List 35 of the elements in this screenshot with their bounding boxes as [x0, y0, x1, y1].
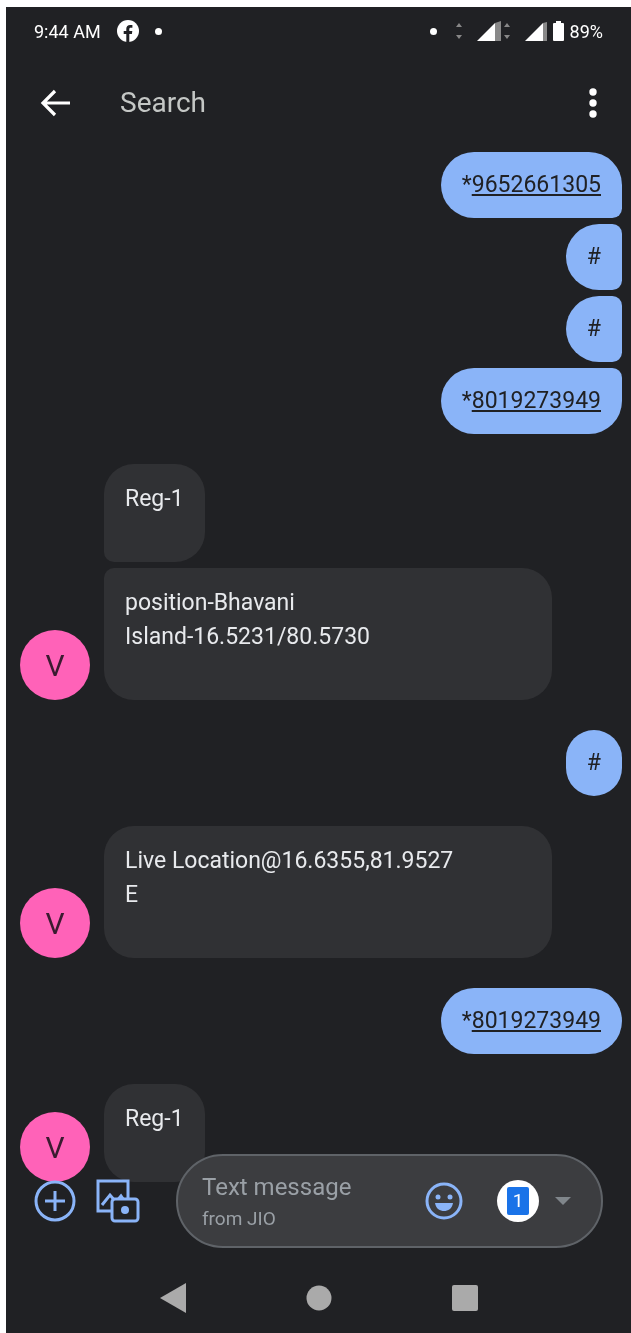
message-text: # — [586, 241, 601, 272]
contact-avatar[interactable]: V — [20, 1112, 90, 1182]
message-text: * — [461, 169, 472, 200]
more-options-icon[interactable] — [589, 88, 597, 118]
signal-icon — [502, 21, 549, 41]
sim-label: from JIO — [202, 1205, 277, 1232]
nav-back-icon[interactable] — [159, 1283, 186, 1313]
emoji-icon[interactable] — [425, 1182, 463, 1220]
phone-link[interactable]: 9652661305 — [471, 167, 601, 203]
nav-recents-icon[interactable] — [451, 1285, 478, 1311]
nav-home-icon[interactable] — [305, 1285, 332, 1311]
message-text: # — [586, 313, 601, 344]
contact-avatar[interactable]: V — [20, 630, 90, 700]
message-text: position-Bhavani Island-16.5231/80.5730 — [125, 589, 370, 650]
message-text: Reg-1 — [125, 485, 184, 512]
dropdown-caret-icon[interactable] — [555, 1197, 571, 1205]
message-input-field[interactable]: Text message from JIO 1 — [176, 1154, 603, 1248]
battery-percentage: 89% — [569, 19, 603, 44]
facebook-icon — [116, 20, 139, 42]
contact-avatar[interactable]: V — [20, 888, 90, 958]
message-text: Reg-1 — [125, 1105, 184, 1132]
gallery-camera-icon[interactable] — [96, 1179, 140, 1223]
battery-icon — [552, 21, 564, 41]
message-text: Live Location@16.6355,81.9527 E — [125, 847, 454, 908]
add-icon[interactable] — [34, 1180, 76, 1222]
phone-link[interactable]: 8019273949 — [471, 1003, 601, 1039]
back-arrow-icon[interactable] — [40, 89, 72, 117]
message-text: * — [461, 385, 472, 416]
message-text: # — [586, 747, 601, 778]
sim-selector-button[interactable]: 1 — [497, 1180, 539, 1222]
signal-icon — [454, 21, 501, 41]
phone-link[interactable]: 8019273949 — [471, 383, 601, 419]
status-time: 9:44 AM — [34, 19, 101, 44]
message-text: * — [461, 1005, 472, 1036]
search-field[interactable]: Search — [120, 82, 589, 124]
